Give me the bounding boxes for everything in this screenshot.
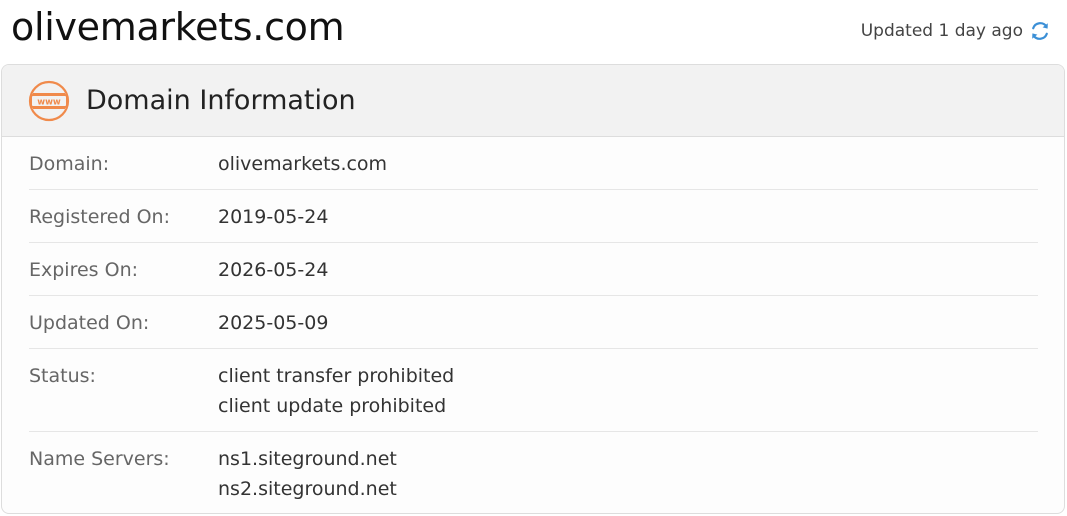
status-value: client transfer prohibited client update… xyxy=(218,361,454,431)
value-line: ns2.siteground.net xyxy=(218,478,397,500)
domain-information-panel: www Domain Information Domain: olivemark… xyxy=(1,64,1065,514)
row-label: Expires On: xyxy=(29,259,139,281)
row-label: Domain: xyxy=(29,153,110,175)
row-label: Registered On: xyxy=(29,206,170,228)
panel-header: www Domain Information xyxy=(2,65,1064,137)
value-line: ns1.siteground.net xyxy=(218,448,397,470)
value-line: 2025-05-09 xyxy=(218,312,329,334)
svg-text:www: www xyxy=(37,97,61,107)
value-line: 2026-05-24 xyxy=(218,259,329,281)
name-servers-value: ns1.siteground.net ns2.siteground.net xyxy=(218,444,397,513)
expires-on-value: 2026-05-24 xyxy=(218,255,328,295)
row-domain: Domain: olivemarkets.com xyxy=(29,137,1038,190)
updated-status: Updated 1 day ago xyxy=(861,20,1051,42)
domain-value: olivemarkets.com xyxy=(218,149,387,189)
row-expires-on: Expires On: 2026-05-24 xyxy=(29,243,1038,296)
row-status: Status: client transfer prohibited clien… xyxy=(29,349,1038,432)
row-registered-on: Registered On: 2019-05-24 xyxy=(29,190,1038,243)
value-line: client update prohibited xyxy=(218,395,447,417)
refresh-icon[interactable] xyxy=(1029,20,1051,42)
row-label: Status: xyxy=(29,365,96,387)
www-icon: www xyxy=(28,80,70,122)
row-label: Updated On: xyxy=(29,312,150,334)
page: olivemarkets.com Updated 1 day ago www D… xyxy=(0,0,1067,516)
registered-on-value: 2019-05-24 xyxy=(218,202,328,242)
updated-text: Updated 1 day ago xyxy=(860,21,1023,41)
site-title: olivemarkets.com xyxy=(11,5,345,49)
value-line: 2019-05-24 xyxy=(218,206,329,228)
value-line: client transfer prohibited xyxy=(218,365,455,387)
row-label: Name Servers: xyxy=(29,448,170,470)
info-rows: Domain: olivemarkets.com Registered On: … xyxy=(2,137,1064,513)
panel-title: Domain Information xyxy=(86,85,356,116)
value-line: olivemarkets.com xyxy=(218,153,388,175)
row-updated-on: Updated On: 2025-05-09 xyxy=(29,296,1038,349)
updated-on-value: 2025-05-09 xyxy=(218,308,328,348)
row-name-servers: Name Servers: ns1.siteground.net ns2.sit… xyxy=(29,432,1038,513)
